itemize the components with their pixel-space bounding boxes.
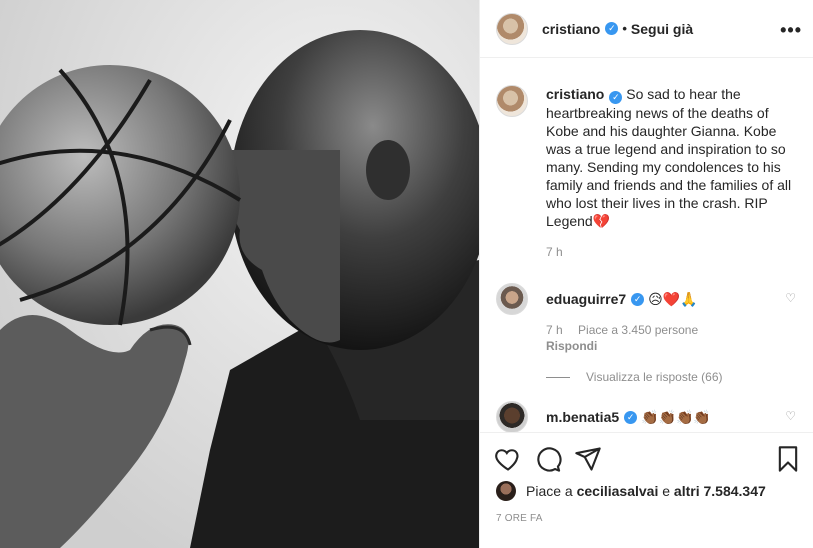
heart-icon[interactable] [494,445,522,473]
like-small-icon[interactable]: ♡ [785,409,796,423]
likes-summary: Piace a ceciliasalvai e altri 7.584.347 [496,481,766,501]
verified-icon: ✓ [624,410,638,424]
post-sidebar: cristiano ✓ • Segui già ••• cristiano ✓ S… [479,0,813,548]
post-photo-illustration [0,0,479,548]
like-small-icon[interactable]: ♡ [785,291,796,305]
view-replies-label[interactable]: Visualizza le risposte (66) [586,370,723,384]
commenter-avatar[interactable] [496,401,528,432]
comment-time[interactable]: 7 h [546,323,563,337]
caption: cristiano ✓ So sad to hear the heartbreak… [496,85,796,230]
action-bar [480,432,813,484]
commenter-avatar[interactable] [496,283,528,315]
following-button[interactable]: Segui già [631,21,693,37]
bookmark-icon[interactable] [774,445,802,473]
comment-meta: 7 h Piace a 3.450 persone [546,323,806,337]
caption-avatar[interactable] [496,85,528,117]
comment-item: eduaguirre7 ✓ 😥❤️🙏 ♡ 7 h Piace a 3.450 p… [496,283,806,353]
likes-count[interactable]: altri 7.584.347 [674,483,766,499]
verified-icon: ✓ [609,90,623,104]
commenter-username[interactable]: m.benatia5 [546,409,619,425]
view-replies[interactable]: Visualizza le risposte (66) [546,370,723,384]
more-icon[interactable]: ••• [780,20,802,41]
liker-avatar[interactable] [496,481,516,501]
caption-text: So sad to hear the heartbreaking news of… [546,86,792,229]
verified-icon: ✓ [631,292,645,306]
comment-likes[interactable]: Piace a 3.450 persone [578,323,698,337]
comments-section[interactable]: cristiano ✓ So sad to hear the heartbreak… [480,58,813,432]
post-image[interactable] [0,0,479,548]
caption-text-block: cristiano ✓ So sad to hear the heartbreak… [546,85,796,230]
verified-icon: ✓ [605,22,619,35]
liker-username[interactable]: ceciliasalvai [577,483,659,499]
comment-icon[interactable] [534,445,562,473]
likes-middle: e [662,483,671,499]
share-icon[interactable] [574,445,602,473]
caption-username[interactable]: cristiano [546,86,604,102]
caption-time[interactable]: 7 h [546,245,563,259]
comment-text: 😥❤️🙏 [648,290,698,307]
author-avatar[interactable] [496,12,528,45]
separator-dot: • [622,21,627,36]
post-header: cristiano ✓ • Segui già ••• [480,0,813,58]
likes-prefix: Piace a [526,483,573,499]
reply-button[interactable]: Rispondi [546,339,806,353]
commenter-username[interactable]: eduaguirre7 [546,291,626,307]
comment-text: 👏🏾👏🏾👏🏾👏🏾 [641,408,711,425]
posted-time[interactable]: 7 ORE FA [496,513,543,524]
author-username[interactable]: cristiano [542,21,600,37]
instagram-post-modal: cristiano ✓ • Segui già ••• cristiano ✓ S… [0,0,813,548]
view-replies-line [546,376,570,378]
comment-item: m.benatia5 ✓ 👏🏾👏🏾👏🏾👏🏾 ♡ [496,401,806,432]
broken-heart-emoji: 💔 [592,212,611,229]
